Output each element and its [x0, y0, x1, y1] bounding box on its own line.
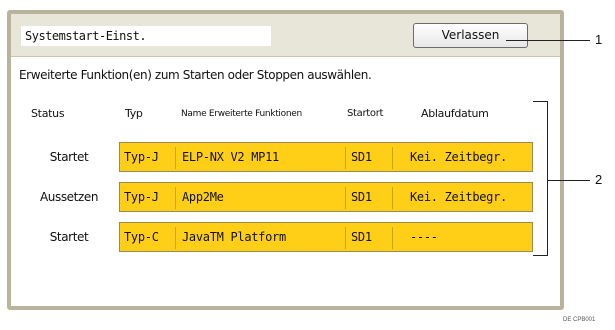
row-location: SD1 [351, 150, 372, 164]
row-location: SD1 [351, 230, 372, 244]
row-type: Typ-J [124, 190, 159, 204]
cell-divider [345, 227, 346, 249]
instruction-text: Erweiterte Funktion(en) zum Starten oder… [19, 68, 372, 82]
exit-button[interactable]: Verlassen [413, 23, 528, 48]
title-bar: Systemstart-Einst. Verlassen [11, 14, 560, 57]
row-status: Aussetzen [39, 190, 99, 204]
callout-bracket-bottom [533, 255, 548, 256]
callout-bracket-side [547, 101, 548, 256]
figure-code: DE CPB001 [563, 317, 596, 323]
cell-divider [175, 227, 176, 249]
column-header-expiry: Ablaufdatum [421, 107, 489, 120]
cell-divider [392, 187, 393, 209]
function-row[interactable]: Typ-J ELP-NX V2 MP11 SD1 Kei. Zeitbegr. [119, 142, 533, 172]
function-row[interactable]: Typ-C JavaTM Platform SD1 ---- [119, 222, 533, 252]
cell-divider [392, 227, 393, 249]
row-status: Startet [49, 230, 89, 244]
column-header-location: Startort [347, 108, 384, 119]
column-header-status: Status [31, 107, 65, 120]
screen-title: Systemstart-Einst. [21, 26, 271, 46]
row-expiry: Kei. Zeitbegr. [410, 150, 507, 164]
callout-number-1: 1 [595, 32, 603, 47]
cell-divider [345, 187, 346, 209]
row-type: Typ-J [124, 150, 159, 164]
column-header-type: Typ [125, 107, 143, 120]
callout-line-1 [506, 40, 590, 41]
callout-bracket-top [533, 101, 548, 102]
cell-divider [345, 147, 346, 169]
row-type: Typ-C [124, 230, 159, 244]
callout-line-2 [547, 180, 590, 181]
row-name: JavaTM Platform [182, 230, 286, 244]
system-start-settings-panel: Systemstart-Einst. Verlassen Erweiterte … [7, 10, 564, 310]
column-header-name: Name Erweiterte Funktionen [181, 109, 302, 119]
cell-divider [392, 147, 393, 169]
function-row[interactable]: Typ-J App2Me SD1 Kei. Zeitbegr. [119, 182, 533, 212]
callout-number-2: 2 [595, 172, 603, 187]
row-expiry: ---- [410, 230, 438, 244]
cell-divider [175, 147, 176, 169]
row-location: SD1 [351, 190, 372, 204]
row-name: App2Me [182, 190, 224, 204]
cell-divider [175, 187, 176, 209]
row-status: Startet [49, 150, 89, 164]
row-expiry: Kei. Zeitbegr. [410, 190, 507, 204]
row-name: ELP-NX V2 MP11 [182, 150, 279, 164]
